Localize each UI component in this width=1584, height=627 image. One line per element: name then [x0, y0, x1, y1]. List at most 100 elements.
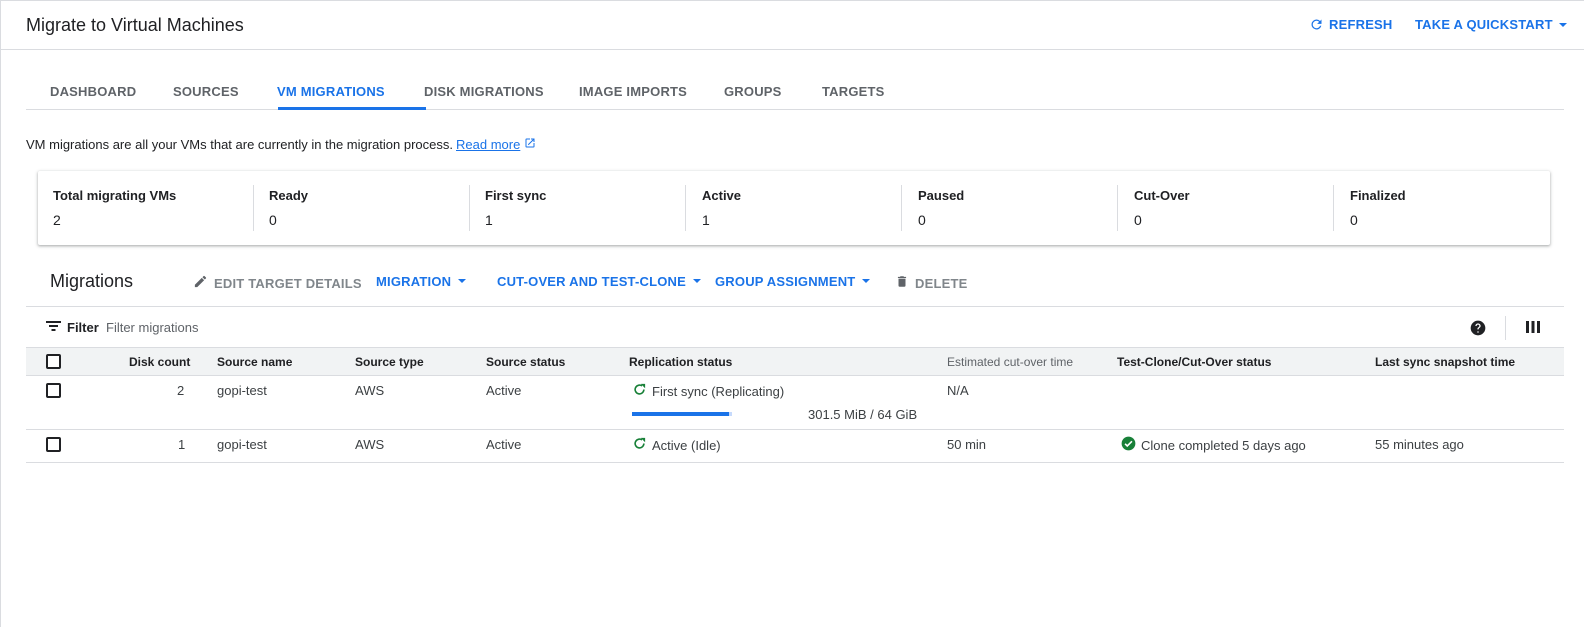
stat-divider: [1333, 185, 1334, 231]
select-all-checkbox[interactable]: [46, 354, 61, 369]
read-more-label: Read more: [456, 137, 521, 152]
stat-label: Paused: [918, 188, 965, 203]
page-title: Migrate to Virtual Machines: [26, 15, 244, 35]
test-clone-status-text: Clone completed 5 days ago: [1141, 437, 1306, 453]
migration-label: MIGRATION: [376, 274, 452, 289]
migration-stats-card: Total migrating VMs 2 Ready 0 First sync…: [38, 171, 1550, 245]
stat-divider: [685, 185, 686, 231]
filter-input[interactable]: [106, 317, 706, 337]
stat-label: Ready: [269, 188, 309, 203]
disk-count-cell: 2: [177, 383, 185, 398]
stat-label: Cut-Over: [1134, 188, 1190, 203]
sync-icon: [632, 382, 647, 400]
filter-label: Filter: [67, 320, 99, 335]
source-status-cell: Active: [486, 383, 522, 398]
tab-bar: DASHBOARD SOURCES VM MIGRATIONS DISK MIG…: [26, 75, 1564, 110]
group-assignment-label: GROUP ASSIGNMENT: [715, 274, 856, 289]
replication-progress-text: 301.5 MiB / 64 GiB: [808, 407, 918, 422]
read-more-link[interactable]: Read more: [456, 137, 536, 152]
tab-groups[interactable]: GROUPS: [724, 84, 782, 99]
stat-value: 1: [702, 212, 710, 228]
stat-value: 0: [269, 212, 277, 228]
cutover-test-clone-menu-button[interactable]: CUT-OVER AND TEST-CLONE: [497, 274, 702, 289]
replication-status-cell: Active (Idle): [632, 436, 721, 454]
column-last-sync[interactable]: Last sync snapshot time: [1375, 355, 1515, 369]
stat-label: Active: [702, 188, 742, 203]
sync-icon: [632, 436, 647, 454]
refresh-button[interactable]: REFRESH: [1309, 17, 1393, 32]
stat-divider: [469, 185, 470, 231]
replication-progress-bar: [632, 412, 732, 416]
stat-value: 0: [1350, 212, 1358, 228]
active-tab-indicator: [278, 107, 426, 110]
page-header: Migrate to Virtual Machines REFRESH TAKE…: [0, 0, 1584, 50]
tab-disk-migrations[interactable]: DISK MIGRATIONS: [424, 84, 544, 99]
row-checkbox[interactable]: [46, 383, 61, 398]
replication-progress-fill: [632, 412, 729, 416]
table-header: Disk count Source name Source type Sourc…: [26, 347, 1564, 376]
stat-value: 2: [53, 212, 61, 228]
cutover-label: CUT-OVER AND TEST-CLONE: [497, 274, 687, 289]
chevron-down-icon: [457, 274, 467, 289]
migration-menu-button[interactable]: MIGRATION: [376, 274, 467, 289]
chevron-down-icon: [1558, 20, 1568, 30]
refresh-label: REFRESH: [1329, 17, 1393, 32]
source-name-cell: gopi-test: [217, 383, 267, 398]
stat-value: 0: [918, 212, 926, 228]
filter-button[interactable]: Filter: [46, 320, 99, 335]
toolbar-divider: [1505, 316, 1506, 340]
stat-divider: [1117, 185, 1118, 231]
replication-status-text: First sync (Replicating): [652, 383, 785, 399]
chevron-down-icon: [861, 274, 871, 289]
est-cutover-cell: 50 min: [947, 437, 987, 452]
replication-status-cell: First sync (Replicating): [632, 382, 784, 400]
delete-label: DELETE: [915, 275, 968, 291]
edit-target-details-label: EDIT TARGET DETAILS: [214, 275, 362, 291]
stat-label: First sync: [485, 188, 547, 203]
column-estimated-cutover[interactable]: Estimated cut-over time: [947, 355, 1073, 369]
tab-image-imports[interactable]: IMAGE IMPORTS: [579, 84, 687, 99]
est-cutover-cell: N/A: [947, 383, 969, 398]
delete-button[interactable]: DELETE: [895, 274, 967, 292]
column-source-type[interactable]: Source type: [355, 355, 424, 369]
edit-target-details-button[interactable]: EDIT TARGET DETAILS: [193, 274, 362, 292]
tab-dashboard[interactable]: DASHBOARD: [50, 84, 136, 99]
table-row[interactable]: 2 gopi-test AWS Active First sync (Repli…: [26, 376, 1564, 430]
tab-targets[interactable]: TARGETS: [822, 84, 885, 99]
pencil-icon: [193, 274, 208, 292]
stat-value: 0: [1134, 212, 1142, 228]
column-disk-count[interactable]: Disk count: [129, 355, 190, 369]
group-assignment-menu-button[interactable]: GROUP ASSIGNMENT: [715, 274, 871, 289]
external-link-icon: [524, 137, 536, 152]
page-description: VM migrations are all your VMs that are …: [26, 137, 454, 152]
column-replication-status[interactable]: Replication status: [629, 355, 732, 369]
tab-sources[interactable]: SOURCES: [173, 84, 239, 99]
help-icon[interactable]: [1470, 320, 1486, 341]
table-row[interactable]: 1 gopi-test AWS Active Active (Idle) 50 …: [26, 430, 1564, 463]
tab-vm-migrations[interactable]: VM MIGRATIONS: [277, 84, 385, 99]
trash-icon: [895, 274, 909, 292]
stat-divider: [253, 185, 254, 231]
row-checkbox[interactable]: [46, 437, 61, 452]
check-circle-icon: [1121, 436, 1136, 454]
column-display-icon[interactable]: [1526, 320, 1540, 339]
chevron-down-icon: [692, 274, 702, 289]
column-source-name[interactable]: Source name: [217, 355, 292, 369]
stat-label: Finalized: [1350, 188, 1406, 203]
filter-icon: [46, 320, 61, 335]
quickstart-button[interactable]: TAKE A QUICKSTART: [1415, 17, 1568, 32]
last-sync-cell: 55 minutes ago: [1375, 437, 1464, 452]
test-clone-status-cell: Clone completed 5 days ago: [1121, 436, 1306, 454]
source-status-cell: Active: [486, 437, 522, 452]
quickstart-label: TAKE A QUICKSTART: [1415, 17, 1553, 32]
stat-label: Total migrating VMs: [53, 188, 177, 203]
column-source-status[interactable]: Source status: [486, 355, 565, 369]
stat-divider: [901, 185, 902, 231]
disk-count-cell: 1: [178, 437, 186, 452]
replication-status-text: Active (Idle): [652, 437, 721, 453]
column-test-clone-status[interactable]: Test-Clone/Cut-Over status: [1117, 355, 1271, 369]
source-type-cell: AWS: [355, 383, 385, 398]
source-name-cell: gopi-test: [217, 437, 267, 452]
refresh-icon: [1309, 17, 1324, 32]
filter-bar: Filter: [26, 306, 1564, 348]
